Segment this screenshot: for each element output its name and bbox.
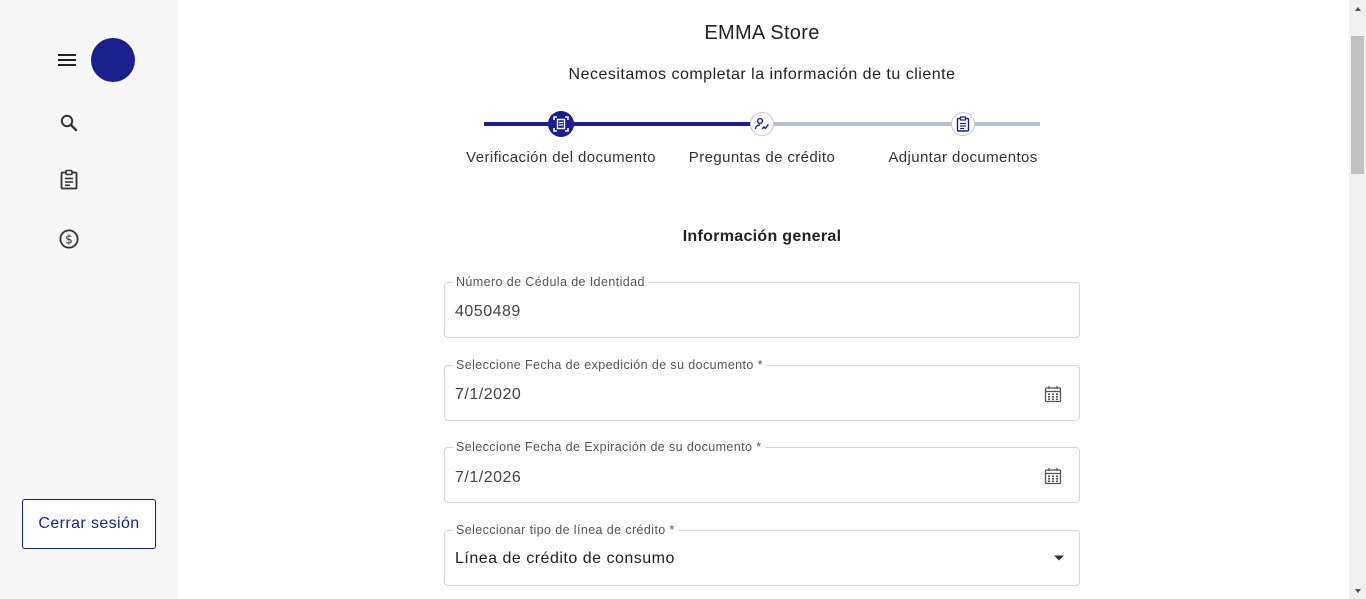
id-number-label: Número de Cédula de Identidad [453,275,648,289]
issue-date-label: Seleccione Fecha de expedición de su doc… [453,358,766,372]
progress-stepper: Verificación del documento Preguntas de … [444,108,1084,178]
page-scrollbar[interactable] [1349,0,1366,599]
credit-line-label: Seleccionar tipo de línea de crédito * [453,523,678,537]
expiry-date-label: Seleccione Fecha de Expiración de su doc… [453,440,765,454]
clipboard-list-icon [956,116,970,132]
stepper-line-pending [762,122,1040,126]
section-title: Información general [682,228,842,245]
stepper-line-completed [484,122,762,126]
scroll-up-arrow-icon[interactable] [1349,0,1366,17]
svg-text:$: $ [65,233,73,247]
dollar-circle-icon[interactable]: $ [57,227,81,251]
search-icon[interactable] [57,111,81,135]
page-subtitle: Necesitamos completar la información de … [568,66,956,83]
scroll-down-arrow-icon[interactable] [1349,582,1366,599]
issue-date-value[interactable]: 7/1/2020 [455,386,521,404]
step-3-label: Adjuntar documentos [888,149,1038,166]
step-2-label: Preguntas de crédito [688,149,836,166]
id-number-field[interactable]: Número de Cédula de Identidad 4050489 [444,275,1080,338]
store-title: EMMA Store [704,22,820,44]
logout-button[interactable]: Cerrar sesión [22,499,156,549]
avatar[interactable] [91,38,135,82]
credit-line-value[interactable]: Línea de crédito de consumo [455,550,675,568]
scroll-thumb[interactable] [1351,36,1364,174]
expiry-date-value[interactable]: 7/1/2026 [455,469,521,487]
credit-line-select[interactable]: Seleccionar tipo de línea de crédito * L… [444,523,1080,586]
document-scan-icon [553,116,569,132]
step-1-circle[interactable] [548,111,574,137]
expiry-date-field[interactable]: Seleccione Fecha de Expiración de su doc… [444,440,1080,503]
id-number-value[interactable]: 4050489 [455,303,521,321]
issue-date-field[interactable]: Seleccione Fecha de expedición de su doc… [444,358,1080,421]
step-3-circle[interactable] [951,112,975,136]
hamburger-menu-icon[interactable] [55,48,79,72]
dropdown-arrow-icon[interactable] [1049,548,1069,568]
step-1-label: Verificación del documento [466,149,656,166]
step-2-circle[interactable] [750,112,774,136]
calendar-icon[interactable] [1043,384,1063,404]
sidebar: $ Cerrar sesión [0,0,178,599]
clipboard-icon[interactable] [57,168,81,192]
signature-icon [754,117,769,130]
calendar-icon[interactable] [1043,466,1063,486]
